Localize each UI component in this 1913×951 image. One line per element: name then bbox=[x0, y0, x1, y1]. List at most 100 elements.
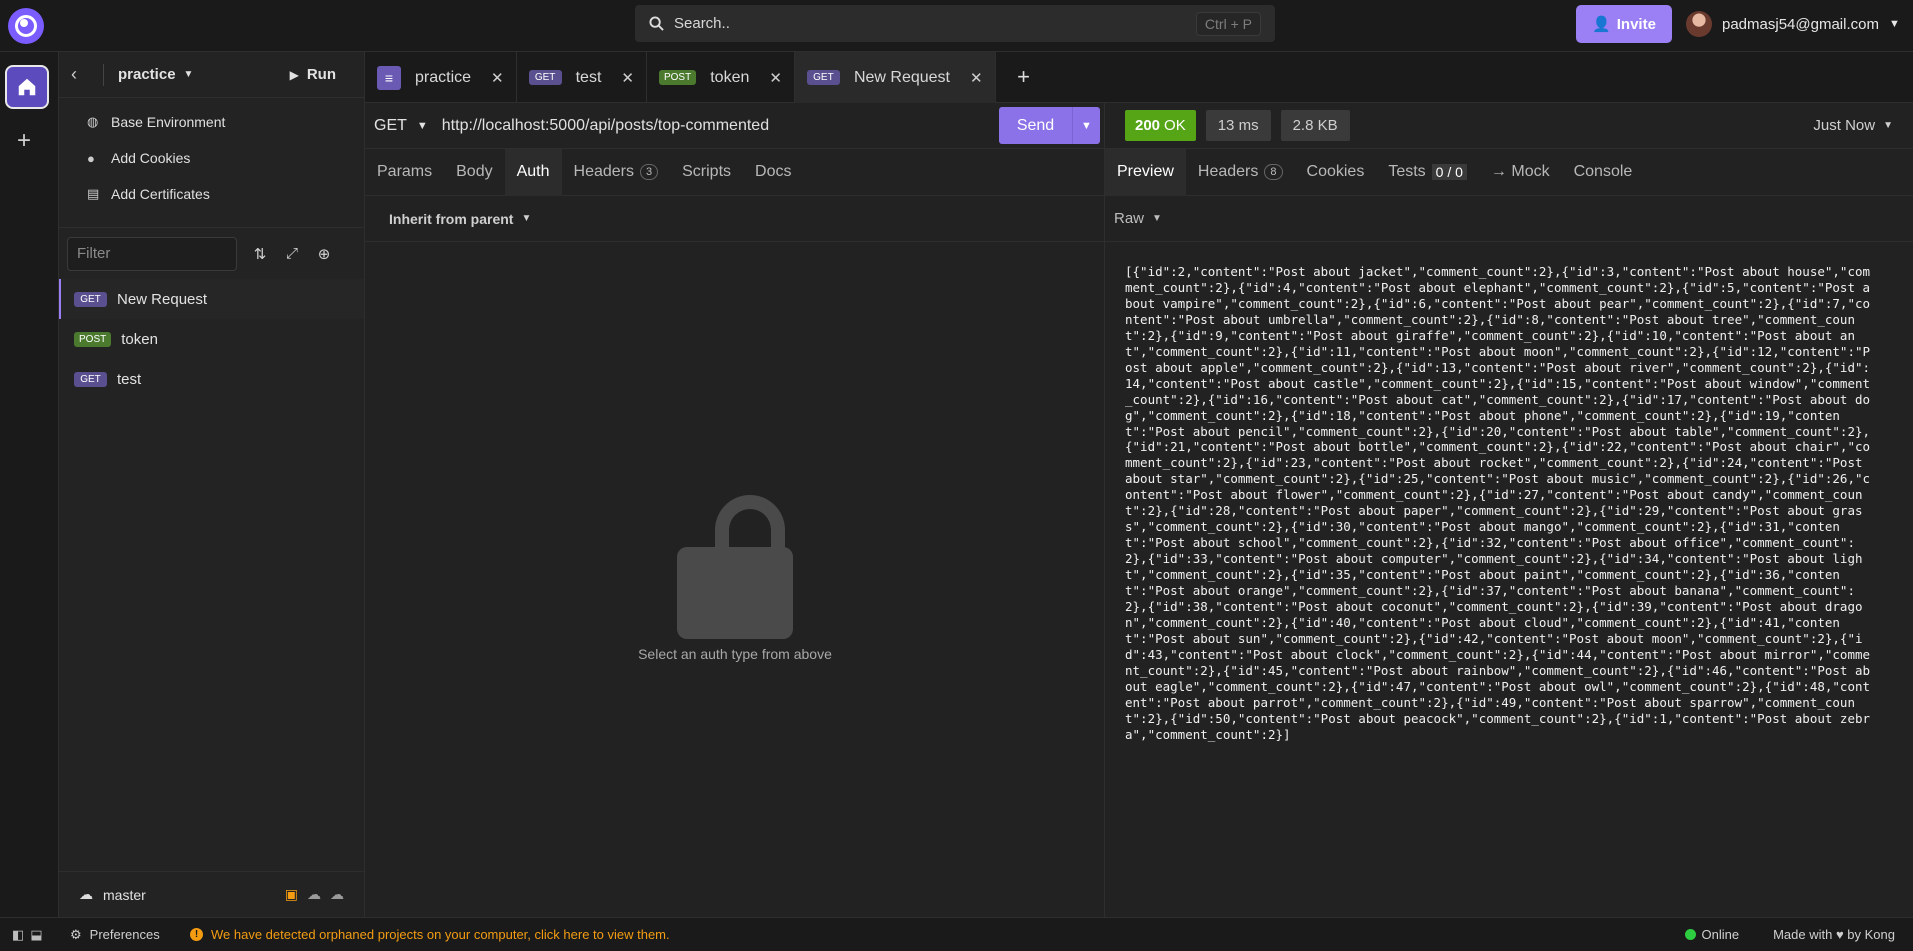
add-organization-icon[interactable]: + bbox=[17, 127, 31, 155]
preview-mode-label: Raw bbox=[1114, 210, 1145, 227]
chevron-down-icon: ▼ bbox=[416, 119, 428, 132]
method-badge: POST bbox=[74, 331, 112, 347]
insomnia-logo-icon[interactable] bbox=[8, 8, 44, 44]
tab-practice[interactable]: ≡ practice ✕ bbox=[365, 52, 517, 103]
divider bbox=[103, 63, 104, 86]
add-cookies-item[interactable]: ● Add Cookies bbox=[59, 140, 364, 176]
invite-button[interactable]: 👤 Invite bbox=[1576, 5, 1672, 43]
home-button[interactable] bbox=[5, 65, 49, 109]
certificate-icon: ▤ bbox=[87, 186, 100, 201]
search-shortcut: Ctrl + P bbox=[1195, 11, 1261, 36]
tab-token[interactable]: POST token ✕ bbox=[647, 52, 795, 103]
filter-input[interactable]: Filter bbox=[67, 236, 237, 271]
sidebar-request-token[interactable]: POST token bbox=[59, 319, 364, 359]
response-time: 13 ms bbox=[1205, 110, 1271, 141]
cloud-upload-icon[interactable]: ☁ bbox=[330, 886, 344, 903]
tab-cookies[interactable]: Cookies bbox=[1295, 149, 1377, 196]
history-label: Just Now bbox=[1813, 117, 1876, 134]
filter-row: Filter ⇅ ⤢ ⊕ bbox=[59, 227, 364, 279]
tab-label: Headers bbox=[1197, 163, 1259, 180]
tab-label: test bbox=[575, 68, 602, 86]
tab-headers[interactable]: Headers 3 bbox=[562, 149, 671, 196]
search-bar[interactable]: Search.. Ctrl + P bbox=[635, 5, 1275, 42]
add-tab-button[interactable]: + bbox=[996, 52, 1052, 102]
tab-new-request[interactable]: GET New Request ✕ bbox=[794, 52, 996, 103]
sort-icon[interactable]: ⇅ bbox=[251, 245, 269, 263]
toggle-panel-icon[interactable]: ⬓ bbox=[30, 927, 42, 943]
preview-mode-selector[interactable]: Raw ▼ bbox=[1105, 196, 1913, 242]
response-status-bar: 200 OK 13 ms 2.8 KB Just Now ▼ bbox=[1105, 103, 1913, 149]
add-circle-icon[interactable]: ⊕ bbox=[315, 245, 333, 263]
cloud-download-icon[interactable]: ☁ bbox=[307, 886, 321, 903]
tab-console[interactable]: Console bbox=[1562, 149, 1645, 196]
method-selector[interactable]: GET ▼ bbox=[374, 117, 428, 135]
preferences-button[interactable]: ⚙ Preferences bbox=[70, 927, 190, 943]
menu-label: Add Certificates bbox=[111, 186, 210, 202]
top-bar: Search.. Ctrl + P 👤 Invite padmasj54@gma… bbox=[0, 0, 1913, 52]
method-badge: GET bbox=[806, 70, 840, 85]
user-menu[interactable]: padmasj54@gmail.com ▼ bbox=[1686, 10, 1900, 38]
response-body[interactable]: [{"id":2,"content":"Post about jacket","… bbox=[1125, 264, 1875, 743]
sync-icons: ▣ ☁ ☁ bbox=[285, 886, 344, 903]
request-name: New Request bbox=[117, 290, 208, 308]
send-options-dropdown[interactable]: ▼ bbox=[1072, 107, 1100, 144]
sidebar-request-new-request[interactable]: GET New Request bbox=[59, 279, 364, 319]
close-icon[interactable]: ✕ bbox=[769, 69, 782, 87]
response-tabs: Preview Headers 8 Cookies Tests 0 / 0 → … bbox=[1105, 148, 1913, 196]
tab-mock[interactable]: → Mock bbox=[1479, 149, 1562, 196]
preferences-label: Preferences bbox=[89, 927, 160, 942]
status-footer: ◧ ⬓ ⚙ Preferences ! We have detected orp… bbox=[0, 917, 1913, 951]
method-badge: POST bbox=[658, 70, 697, 85]
warning-icon: ! bbox=[190, 928, 203, 941]
branch-selector[interactable]: master bbox=[103, 887, 146, 903]
chevron-down-icon: ▼ bbox=[1883, 120, 1893, 131]
history-dropdown[interactable]: Just Now ▼ bbox=[1813, 117, 1893, 134]
response-size: 2.8 KB bbox=[1280, 110, 1350, 141]
tests-count: 0 / 0 bbox=[1431, 164, 1467, 180]
tab-test[interactable]: GET test ✕ bbox=[517, 52, 647, 103]
tab-label: New Request bbox=[853, 68, 950, 86]
status-code: 200 bbox=[1135, 117, 1161, 134]
globe-icon: ◍ bbox=[87, 114, 99, 129]
box-icon[interactable]: ▣ bbox=[285, 886, 298, 903]
tab-response-headers[interactable]: Headers 8 bbox=[1186, 149, 1295, 196]
tab-auth[interactable]: Auth bbox=[504, 148, 562, 196]
send-label: Send bbox=[1016, 116, 1055, 134]
method-label: GET bbox=[374, 116, 407, 134]
tab-scripts[interactable]: Scripts bbox=[670, 149, 743, 196]
sidebar: ‹ practice ▼ ▶ Run ◍ Base Environment ● … bbox=[59, 52, 365, 917]
chevron-down-icon: ▼ bbox=[521, 213, 532, 224]
response-pane: 200 OK 13 ms 2.8 KB Just Now ▼ Preview H… bbox=[1105, 103, 1913, 917]
back-icon[interactable]: ‹ bbox=[71, 64, 95, 85]
close-icon[interactable]: ✕ bbox=[621, 69, 634, 87]
tab-body[interactable]: Body bbox=[444, 149, 504, 196]
tab-tests[interactable]: Tests 0 / 0 bbox=[1376, 149, 1479, 196]
toggle-sidebar-icon[interactable]: ◧ bbox=[12, 927, 24, 943]
tab-params[interactable]: Params bbox=[365, 149, 444, 196]
tab-docs[interactable]: Docs bbox=[743, 149, 803, 196]
request-subtabs: Params Body Auth Headers 3 Scripts Docs bbox=[365, 148, 1104, 196]
made-with-kong[interactable]: Made with ♥ by Kong bbox=[1773, 927, 1895, 942]
close-icon[interactable]: ✕ bbox=[491, 69, 504, 87]
close-icon[interactable]: ✕ bbox=[970, 69, 983, 87]
method-badge: GET bbox=[528, 70, 562, 85]
auth-type-selector[interactable]: Inherit from parent ▼ bbox=[365, 196, 1104, 242]
online-label: Online bbox=[1701, 927, 1740, 942]
url-input[interactable]: http://localhost:5000/api/posts/top-comm… bbox=[442, 117, 999, 135]
unlock-icon bbox=[677, 495, 793, 639]
orphaned-projects-warning[interactable]: ! We have detected orphaned projects on … bbox=[190, 927, 670, 942]
sidebar-footer: ☁ master ▣ ☁ ☁ bbox=[59, 871, 364, 917]
add-certificates-item[interactable]: ▤ Add Certificates bbox=[59, 176, 364, 212]
sidebar-request-test[interactable]: GET test bbox=[59, 359, 364, 399]
base-environment-item[interactable]: ◍ Base Environment bbox=[59, 104, 364, 140]
tab-label: Tests bbox=[1388, 163, 1426, 180]
send-button[interactable]: Send ▼ bbox=[999, 107, 1100, 144]
expand-icon[interactable]: ⤢ bbox=[283, 245, 301, 262]
tab-preview[interactable]: Preview bbox=[1105, 148, 1186, 196]
chevron-down-icon: ▼ bbox=[1152, 213, 1162, 224]
search-placeholder: Search.. bbox=[674, 15, 730, 32]
run-button[interactable]: ▶ Run bbox=[290, 66, 336, 83]
auth-type-label: Inherit from parent bbox=[389, 210, 514, 227]
headers-count-badge: 3 bbox=[640, 164, 659, 180]
project-selector[interactable]: practice bbox=[118, 66, 176, 83]
